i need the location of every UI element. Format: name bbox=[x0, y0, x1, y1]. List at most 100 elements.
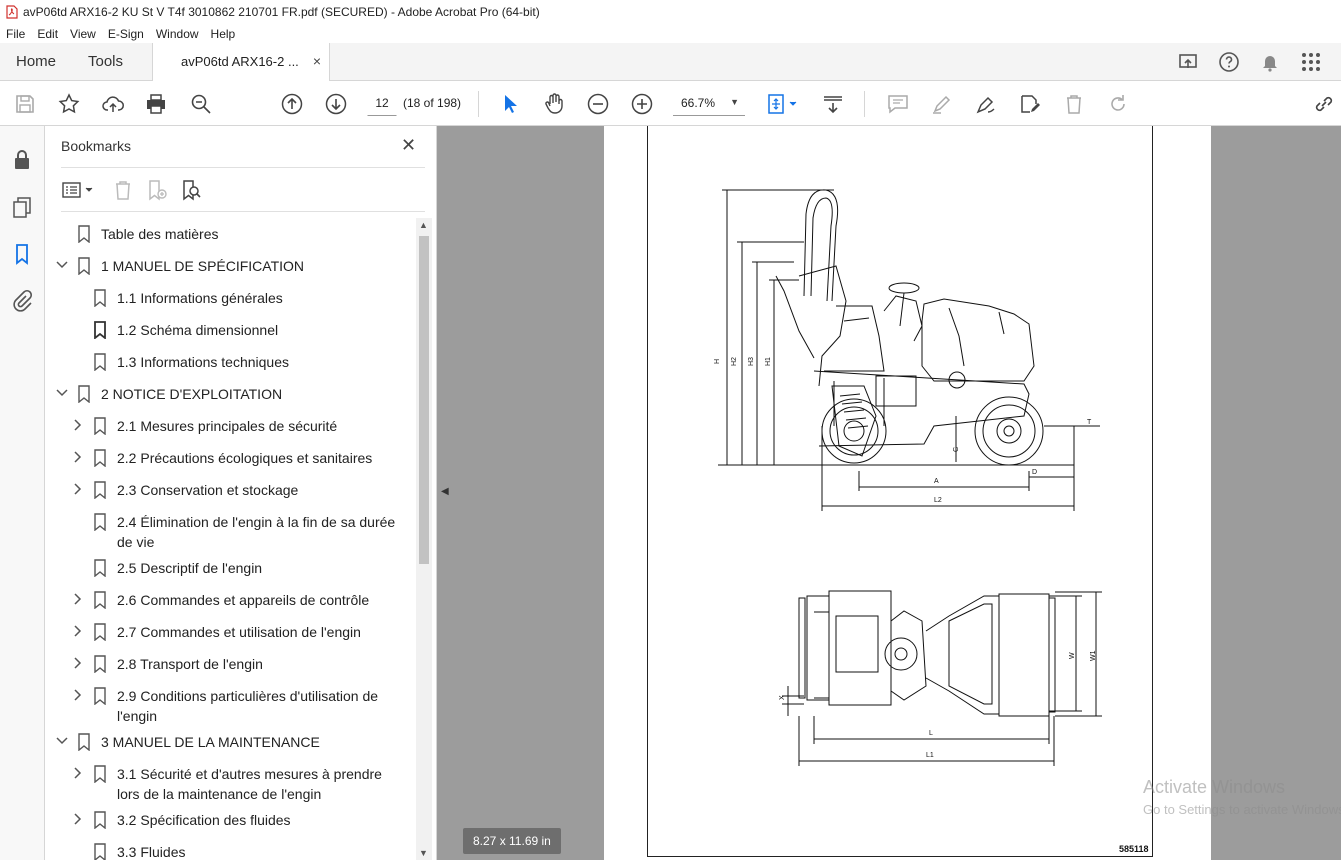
lock-icon[interactable] bbox=[10, 148, 34, 172]
comment-icon[interactable] bbox=[886, 92, 910, 116]
redo-icon[interactable] bbox=[1106, 92, 1130, 116]
bookmark-label: 1.2 Schéma dimensionnel bbox=[117, 322, 279, 338]
bookmark-icon bbox=[94, 481, 106, 499]
chevron-down-icon: ▼ bbox=[730, 97, 739, 107]
chevron-down-icon[interactable] bbox=[55, 258, 69, 272]
bookmark-label: 2 NOTICE D'EXPLOITATION bbox=[101, 386, 283, 402]
bookmark-label: 3.3 Fluides bbox=[117, 844, 186, 860]
draw-pen-icon[interactable] bbox=[974, 92, 998, 116]
bookmark-item[interactable]: 3.1 Sécurité et d'autres mesures à prend… bbox=[45, 764, 415, 804]
menu-edit[interactable]: Edit bbox=[37, 27, 58, 41]
page-number-input[interactable]: 12 bbox=[367, 90, 397, 116]
activation-watermark-subtitle: Go to Settings to activate Windows. bbox=[1143, 802, 1341, 817]
tab-tools[interactable]: Tools bbox=[88, 43, 123, 81]
chevron-right-icon[interactable] bbox=[71, 688, 85, 702]
chevron-right-icon[interactable] bbox=[71, 656, 85, 670]
page-thumbnails-icon[interactable] bbox=[10, 195, 34, 219]
print-icon[interactable] bbox=[144, 92, 168, 116]
divider bbox=[61, 211, 425, 212]
bookmark-icon bbox=[94, 289, 106, 307]
page-count-label: (18 of 198) bbox=[403, 96, 462, 110]
dimension-label-t: T bbox=[1087, 419, 1092, 426]
bookmark-icon bbox=[94, 321, 106, 339]
scroll-down-icon[interactable]: ▼ bbox=[419, 848, 428, 858]
tab-bar-right-icons bbox=[1177, 43, 1341, 81]
chevron-right-icon[interactable] bbox=[71, 482, 85, 496]
find-bookmark-icon[interactable] bbox=[179, 178, 203, 202]
bookmark-label-line2: de vie bbox=[117, 534, 155, 550]
upload-cloud-icon[interactable] bbox=[101, 92, 125, 116]
zoom-out-icon[interactable] bbox=[586, 92, 610, 116]
attachment-paperclip-icon[interactable] bbox=[10, 288, 34, 312]
star-bookmark-icon[interactable] bbox=[57, 92, 81, 116]
share-screen-icon[interactable] bbox=[1177, 51, 1199, 73]
bookmark-label: 3.2 Spécification des fluides bbox=[117, 812, 291, 828]
bookmark-label: 2.5 Descriptif de l'engin bbox=[117, 560, 263, 576]
close-icon[interactable]: ✕ bbox=[401, 135, 416, 156]
bookmark-label: 2.3 Conservation et stockage bbox=[117, 482, 299, 498]
bookmarks-panel: Bookmarks ✕ Table des matières 1 MANUEL … bbox=[45, 126, 437, 860]
pdf-page: H H2 H3 H1 G T A D L2 W W1 X L L1 585118 bbox=[604, 126, 1211, 860]
menu-view[interactable]: View bbox=[70, 27, 96, 41]
bookmark-options-menu-icon[interactable] bbox=[61, 178, 97, 202]
dimension-label-w1: W1 bbox=[1090, 650, 1097, 661]
help-icon[interactable] bbox=[1218, 51, 1240, 73]
tab-home[interactable]: Home bbox=[16, 43, 56, 81]
bookmark-icon bbox=[94, 765, 106, 783]
menu-help[interactable]: Help bbox=[211, 27, 236, 41]
bookmark-item[interactable]: 2.4 Élimination de l'engin à la fin de s… bbox=[45, 512, 415, 552]
toolbar-divider bbox=[478, 91, 479, 117]
document-viewport[interactable]: ◀ H H2 H3 H1 G T A D L2 W W1 X L L1 5851… bbox=[437, 126, 1341, 860]
chevron-right-icon[interactable] bbox=[71, 812, 85, 826]
apps-grid-icon[interactable] bbox=[1300, 51, 1322, 73]
bookmark-label-line2: l'engin bbox=[117, 708, 158, 724]
chevron-right-icon[interactable] bbox=[71, 418, 85, 432]
fit-page-icon[interactable] bbox=[765, 92, 801, 116]
bookmark-icon bbox=[94, 513, 106, 531]
delete-trash-icon[interactable] bbox=[1062, 92, 1086, 116]
page-reference-code: 585118 bbox=[1119, 844, 1149, 854]
dimension-label-x: X bbox=[779, 695, 786, 700]
bookmark-label: Table des matières bbox=[101, 226, 219, 242]
next-page-icon[interactable] bbox=[324, 92, 348, 116]
new-bookmark-icon[interactable] bbox=[145, 178, 169, 202]
previous-page-icon[interactable] bbox=[280, 92, 304, 116]
bookmark-panel-icon[interactable] bbox=[10, 242, 34, 266]
bookmark-item[interactable]: 2.9 Conditions particulières d'utilisati… bbox=[45, 686, 415, 726]
dimension-label-l1: L1 bbox=[926, 752, 934, 759]
scroll-mode-icon[interactable] bbox=[821, 92, 845, 116]
hand-tool-icon[interactable] bbox=[542, 92, 566, 116]
dimension-label-l2: L2 bbox=[934, 497, 942, 504]
chevron-right-icon[interactable] bbox=[71, 766, 85, 780]
bookmark-icon bbox=[78, 385, 90, 403]
chevron-right-icon[interactable] bbox=[71, 450, 85, 464]
select-cursor-icon[interactable] bbox=[498, 92, 522, 116]
scroll-up-icon[interactable]: ▲ bbox=[419, 220, 428, 230]
bookmarks-scrollbar[interactable]: ▲ ▼ bbox=[416, 218, 432, 860]
collapse-panel-icon[interactable]: ◀ bbox=[441, 486, 449, 497]
zoom-in-icon[interactable] bbox=[630, 92, 654, 116]
notifications-bell-icon[interactable] bbox=[1259, 51, 1281, 73]
bookmark-label: 2.9 Conditions particulières d'utilisati… bbox=[117, 688, 379, 704]
delete-bookmark-icon[interactable] bbox=[111, 178, 135, 202]
chevron-right-icon[interactable] bbox=[71, 624, 85, 638]
menu-esign[interactable]: E-Sign bbox=[108, 27, 144, 41]
tab-document[interactable]: avP06td ARX16-2 ... × bbox=[152, 43, 330, 81]
chevron-right-icon[interactable] bbox=[71, 592, 85, 606]
chevron-down-icon[interactable] bbox=[55, 734, 69, 748]
tab-close-icon[interactable]: × bbox=[313, 53, 321, 69]
edit-document-icon[interactable] bbox=[1018, 92, 1042, 116]
menu-file[interactable]: File bbox=[6, 27, 25, 41]
bookmark-label: 2.6 Commandes et appareils de contrôle bbox=[117, 592, 370, 608]
highlight-pen-icon[interactable] bbox=[930, 92, 954, 116]
zoom-search-icon[interactable] bbox=[189, 92, 213, 116]
menu-window[interactable]: Window bbox=[156, 27, 199, 41]
toolbar-divider bbox=[864, 91, 865, 117]
bookmark-icon bbox=[78, 733, 90, 751]
share-link-icon[interactable] bbox=[1312, 92, 1336, 116]
chevron-down-icon[interactable] bbox=[55, 386, 69, 400]
save-icon[interactable] bbox=[13, 92, 37, 116]
dimension-label-w: W bbox=[1069, 652, 1076, 659]
zoom-level-dropdown[interactable]: 66.7% ▼ bbox=[673, 90, 745, 116]
scrollbar-thumb[interactable] bbox=[419, 236, 429, 564]
